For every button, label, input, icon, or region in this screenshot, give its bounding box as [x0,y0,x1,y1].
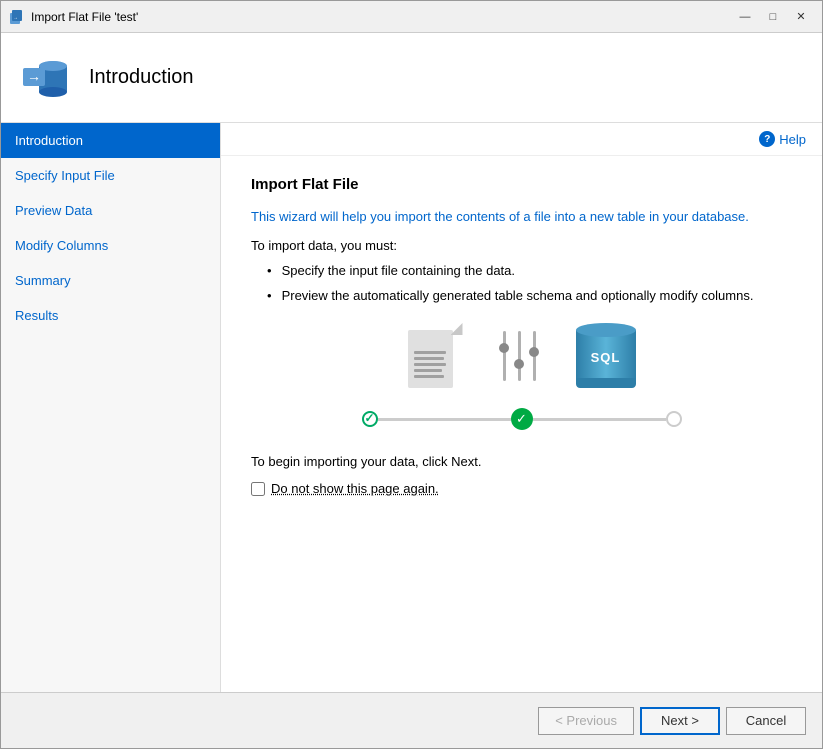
app-icon: → [9,9,25,25]
slider-track-1 [503,331,506,381]
main-content: ? Help Import Flat File This wizard will… [221,123,822,692]
svg-text:→: → [13,15,18,21]
footer: < Previous Next > Cancel [1,692,822,748]
next-button[interactable]: Next > [640,707,720,735]
close-button[interactable]: ✕ [788,7,814,27]
slider-track-3 [533,331,536,381]
file-line-3 [414,363,446,366]
file-fold [451,323,463,335]
sidebar-item-results[interactable]: Results [1,298,220,333]
header-icon: → [21,52,73,104]
sql-cylinder-top [576,323,636,337]
dont-show-checkbox[interactable] [251,482,265,496]
cancel-button[interactable]: Cancel [726,707,806,735]
previous-button[interactable]: < Previous [538,707,634,735]
svg-text:→: → [27,68,41,84]
checkbox-row: Do not show this page again. [251,481,792,496]
dont-show-label[interactable]: Do not show this page again. [271,481,439,496]
minimize-button[interactable]: — [732,7,758,27]
slider-handle-2 [514,359,524,369]
main-window: → Import Flat File 'test' — □ ✕ → Introd [0,0,823,749]
file-lines [414,351,446,378]
sidebar-item-modify-columns[interactable]: Modify Columns [1,228,220,263]
sql-cylinder-body: SQL [576,330,636,378]
help-label: Help [779,132,806,147]
section-title: Import Flat File [251,176,792,193]
diagram-area: SQL [251,323,792,430]
header-panel: → Introduction [1,33,822,123]
title-bar: → Import Flat File 'test' — □ ✕ [1,1,822,33]
sql-cylinder-bottom [576,378,636,388]
file-line-2 [414,357,444,360]
progress-line [362,408,682,430]
file-body [408,330,453,388]
file-line-1 [414,351,446,354]
help-link[interactable]: ? Help [759,131,806,147]
sql-label: SQL [591,350,621,365]
intro-text: This wizard will help you import the con… [251,209,792,224]
slider-track-2 [518,331,521,381]
file-line-4 [414,369,442,372]
slider-handle-3 [529,347,539,357]
bullet-item-2: Preview the automatically generated tabl… [251,288,792,303]
file-line-5 [414,375,444,378]
content-area: Import Flat File This wizard will help y… [221,156,822,692]
help-icon: ? [759,131,775,147]
bullet-item-1: Specify the input file containing the da… [251,263,792,278]
sliders-icon [503,328,536,383]
slider-handle-1 [499,343,509,353]
sql-cylinder: SQL [576,323,636,388]
progress-track-1 [378,418,511,421]
sidebar-item-summary[interactable]: Summary [1,263,220,298]
bullet-list: Specify the input file containing the da… [251,263,792,303]
restore-button[interactable]: □ [760,7,786,27]
header-title: Introduction [89,66,194,89]
progress-circle-end [666,411,682,427]
file-icon [408,323,463,388]
progress-circle-start [362,411,378,427]
sidebar: Introduction Specify Input File Preview … [1,123,221,692]
must-text: To import data, you must: [251,238,792,253]
sidebar-item-specify-input-file[interactable]: Specify Input File [1,158,220,193]
begin-text: To begin importing your data, click Next… [251,454,792,469]
sidebar-item-preview-data[interactable]: Preview Data [1,193,220,228]
content-top-bar: ? Help [221,123,822,156]
diagram-icons: SQL [408,323,636,388]
progress-check [511,408,533,430]
title-bar-text: Import Flat File 'test' [31,10,732,24]
title-bar-controls: — □ ✕ [732,7,814,27]
body: Introduction Specify Input File Preview … [1,123,822,692]
progress-track-2 [533,418,666,421]
sidebar-item-introduction[interactable]: Introduction [1,123,220,158]
